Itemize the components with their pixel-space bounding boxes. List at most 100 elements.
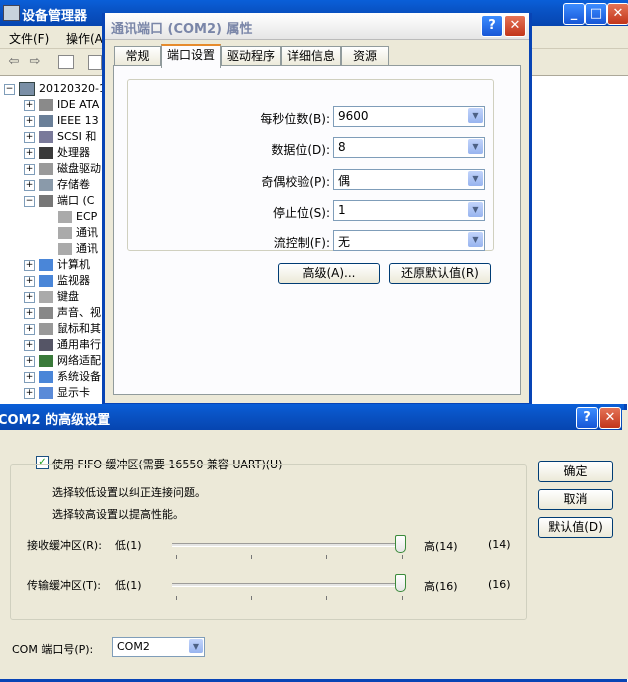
device-category-icon bbox=[39, 259, 53, 271]
tx-slider-thumb[interactable] bbox=[395, 574, 406, 592]
collapse-icon[interactable]: − bbox=[4, 83, 15, 95]
chevron-down-icon[interactable]: ▼ bbox=[468, 139, 483, 154]
tree-item[interactable]: + 声音、视 bbox=[24, 305, 101, 321]
parity-select[interactable]: 偶 ▼ bbox=[333, 169, 485, 190]
tx-slider-track[interactable] bbox=[172, 583, 406, 587]
device-category-icon bbox=[39, 163, 53, 175]
tree-item[interactable]: + IEEE 13 bbox=[24, 113, 99, 129]
collapse-icon[interactable]: − bbox=[24, 195, 35, 207]
tree-item[interactable]: + 键盘 bbox=[24, 289, 79, 305]
chevron-down-icon[interactable]: ▼ bbox=[468, 232, 483, 247]
cancel-button[interactable]: 取消 bbox=[538, 489, 613, 510]
tree-item[interactable]: − 端口 (C bbox=[24, 193, 94, 209]
tree-item-label: 通讯 bbox=[76, 242, 98, 255]
tree-item[interactable]: + 系统设备 bbox=[24, 369, 101, 385]
device-category-icon bbox=[39, 339, 53, 351]
tick bbox=[402, 596, 403, 600]
tree-item[interactable]: + 网络适配 bbox=[24, 353, 101, 369]
tree-item-label: 处理器 bbox=[57, 146, 90, 159]
tree-item[interactable]: + 存储卷 bbox=[24, 177, 90, 193]
expand-icon[interactable]: + bbox=[24, 371, 35, 383]
back-arrow-icon[interactable]: ⇦ bbox=[6, 54, 22, 70]
expand-icon[interactable]: + bbox=[24, 355, 35, 367]
chevron-down-icon[interactable]: ▼ bbox=[468, 108, 483, 123]
forward-arrow-icon[interactable]: ⇨ bbox=[27, 54, 43, 70]
tab-driver[interactable]: 驱动程序 bbox=[221, 46, 281, 66]
properties-icon[interactable] bbox=[88, 55, 102, 70]
defaults-button[interactable]: 默认值(D) bbox=[538, 517, 613, 538]
close-icon[interactable]: ✕ bbox=[504, 15, 526, 37]
rx-slider-track[interactable] bbox=[172, 543, 406, 547]
data-bits-select[interactable]: 8 ▼ bbox=[333, 137, 485, 158]
device-category-icon bbox=[58, 211, 72, 223]
chevron-down-icon[interactable]: ▼ bbox=[189, 639, 203, 653]
tree-item[interactable]: + 显示卡 bbox=[24, 385, 90, 401]
tab-resources[interactable]: 资源 bbox=[341, 46, 389, 66]
advanced-button[interactable]: 高级(A)... bbox=[278, 263, 380, 284]
advanced-settings-dialog: COM2 的高级设置 ? ✕ ✓ 使用 FIFO 缓冲区(需要 16550 兼容… bbox=[0, 404, 627, 682]
tree-item[interactable]: + 鼠标和其 bbox=[24, 321, 101, 337]
tree-item[interactable]: + 通用串行 bbox=[24, 337, 101, 353]
close-icon[interactable]: ✕ bbox=[599, 407, 621, 429]
device-category-icon bbox=[39, 195, 53, 207]
stop-bits-select[interactable]: 1 ▼ bbox=[333, 200, 485, 221]
com-port-select[interactable]: COM2 ▼ bbox=[112, 637, 205, 657]
flow-control-select[interactable]: 无 ▼ bbox=[333, 230, 485, 251]
tree-item[interactable]: + 监视器 bbox=[24, 273, 90, 289]
baud-select[interactable]: 9600 ▼ bbox=[333, 106, 485, 127]
ok-button[interactable]: 确定 bbox=[538, 461, 613, 482]
tab-port-settings[interactable]: 端口设置 bbox=[161, 44, 221, 68]
close-icon[interactable]: ✕ bbox=[607, 3, 628, 25]
expand-icon[interactable]: + bbox=[24, 99, 35, 111]
expand-icon[interactable]: + bbox=[24, 323, 35, 335]
tree-child-item[interactable]: 通讯 bbox=[58, 241, 98, 257]
tab-details[interactable]: 详细信息 bbox=[281, 46, 341, 66]
minimize-icon[interactable]: _ bbox=[563, 3, 585, 25]
stop-bits-label: 停止位(S): bbox=[272, 206, 330, 220]
port-settings-group bbox=[127, 79, 494, 251]
tick bbox=[251, 555, 252, 559]
restore-defaults-button[interactable]: 还原默认值(R) bbox=[389, 263, 491, 284]
rx-high-label: 高(14) bbox=[424, 540, 458, 553]
tree-child-item[interactable]: 通讯 bbox=[58, 225, 98, 241]
help-icon[interactable]: ? bbox=[481, 15, 503, 37]
expand-icon[interactable]: + bbox=[24, 339, 35, 351]
tick bbox=[176, 596, 177, 600]
expand-icon[interactable]: + bbox=[24, 291, 35, 303]
expand-icon[interactable]: + bbox=[24, 115, 35, 127]
rx-buffer-label: 接收缓冲区(R): bbox=[27, 539, 102, 552]
adv-titlebar[interactable]: COM2 的高级设置 ? ✕ bbox=[0, 404, 624, 430]
tree-item[interactable]: + 计算机 bbox=[24, 257, 90, 273]
expand-icon[interactable]: + bbox=[24, 147, 35, 159]
tree-item-label: 键盘 bbox=[57, 290, 79, 303]
help-icon[interactable]: ? bbox=[576, 407, 598, 429]
expand-icon[interactable]: + bbox=[24, 131, 35, 143]
expand-icon[interactable]: + bbox=[24, 179, 35, 191]
tree-root[interactable]: −20120320-1 bbox=[4, 81, 106, 97]
dm-title: 设备管理器 bbox=[22, 9, 88, 24]
expand-icon[interactable]: + bbox=[24, 387, 35, 399]
tree-item[interactable]: + IDE ATA bbox=[24, 97, 99, 113]
props-titlebar[interactable]: 通讯端口 (COM2) 属性 ? ✕ bbox=[105, 13, 529, 40]
device-category-icon bbox=[39, 275, 53, 287]
adv-title: COM2 的高级设置 bbox=[0, 413, 111, 428]
hint-high-text: 选择较高设置以提高性能。 bbox=[52, 508, 184, 521]
tree-item[interactable]: + SCSI 和 bbox=[24, 129, 96, 145]
chevron-down-icon[interactable]: ▼ bbox=[468, 171, 483, 186]
device-category-icon bbox=[39, 387, 53, 399]
rx-slider-thumb[interactable] bbox=[395, 535, 406, 553]
maximize-icon[interactable]: □ bbox=[585, 3, 607, 25]
show-hide-tree-icon[interactable] bbox=[58, 55, 74, 69]
menu-file[interactable]: 文件(F) bbox=[9, 30, 49, 47]
device-category-icon bbox=[39, 147, 53, 159]
tree-item[interactable]: + 处理器 bbox=[24, 145, 90, 161]
expand-icon[interactable]: + bbox=[24, 163, 35, 175]
tree-item[interactable]: + 磁盘驱动 bbox=[24, 161, 101, 177]
tab-general[interactable]: 常规 bbox=[114, 46, 161, 66]
expand-icon[interactable]: + bbox=[24, 307, 35, 319]
background-window-edge bbox=[622, 410, 628, 679]
expand-icon[interactable]: + bbox=[24, 275, 35, 287]
expand-icon[interactable]: + bbox=[24, 259, 35, 271]
tree-child-item[interactable]: ECP bbox=[58, 209, 97, 225]
chevron-down-icon[interactable]: ▼ bbox=[468, 202, 483, 217]
